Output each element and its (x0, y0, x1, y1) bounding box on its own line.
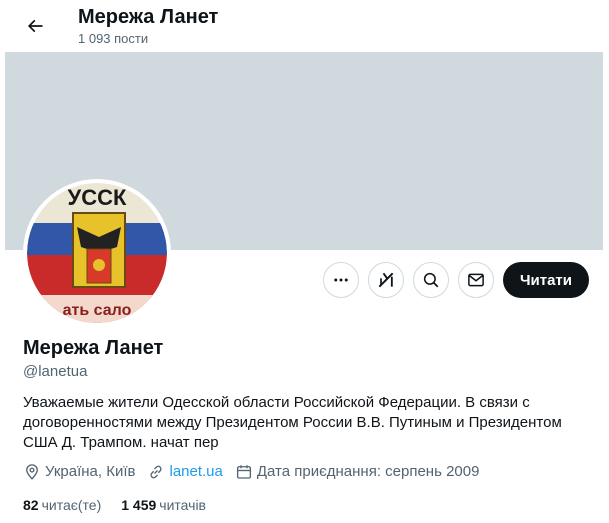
message-button[interactable] (458, 262, 494, 298)
calendar-icon (236, 465, 251, 479)
profile-actions: Читати (323, 262, 589, 298)
profile-name: Мережа Ланет (23, 337, 164, 359)
profile-bio: Уважаемые жители Одесской области Россий… (23, 394, 562, 451)
location-item: Україна, Київ (23, 462, 135, 482)
following-label: читає(те) (41, 497, 102, 513)
link-icon (150, 465, 163, 479)
avatar-text-bottom: ать сало (63, 302, 132, 319)
avatar-image: УССК ать сало (27, 183, 167, 323)
profile-handle: @lanetua (23, 363, 88, 380)
search-button[interactable] (413, 262, 449, 298)
joined-text: Дата приєднання: серпень 2009 (256, 463, 480, 480)
profile-stats: 82 читає(те) 1 459 читачів (23, 495, 226, 515)
avatar-text-top: УССК (68, 185, 127, 210)
following-count: 82 (23, 497, 39, 513)
profile-header: Мережа Ланет 1 093 пости (5, 0, 603, 52)
avatar[interactable]: УССК ать сало (23, 179, 171, 327)
followers-label: читачів (159, 497, 206, 513)
location-text: Україна, Київ (45, 463, 136, 480)
more-dots-icon (334, 278, 348, 282)
location-pin-icon (26, 464, 38, 480)
header-post-count: 1 093 пости (78, 31, 149, 46)
arrow-left-icon (27, 19, 43, 33)
following-stat[interactable]: 82 читає(те) (23, 495, 101, 515)
profile-page: Мережа Ланет 1 093 пости УССК ать сало Ч… (5, 0, 603, 523)
joined-item: Дата приєднання: серпень 2009 (235, 462, 480, 482)
grok-icon (378, 272, 394, 288)
followers-count: 1 459 (121, 497, 157, 513)
followers-stat[interactable]: 1 459 читачів (121, 495, 206, 515)
envelope-icon (468, 273, 484, 287)
header-title: Мережа Ланет (78, 6, 219, 28)
more-button[interactable] (323, 262, 359, 298)
website-item: lanet.ua (147, 462, 223, 482)
website-link[interactable]: lanet.ua (169, 462, 222, 482)
back-button[interactable] (17, 8, 53, 44)
grok-button[interactable] (368, 262, 404, 298)
follow-button[interactable]: Читати (503, 262, 589, 298)
search-icon (423, 272, 439, 288)
profile-meta: Україна, Київ lanet.ua Дата приєднання: … (23, 462, 491, 482)
